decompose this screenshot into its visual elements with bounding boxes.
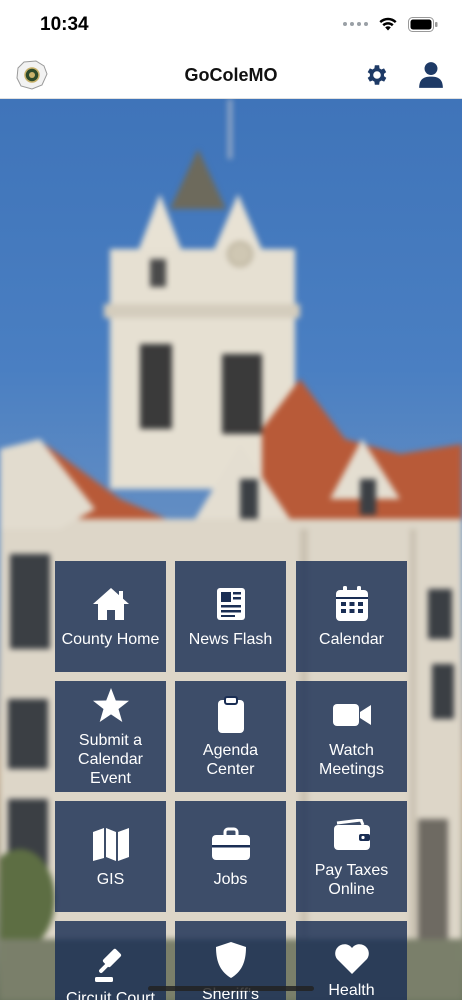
gear-icon[interactable] [364,62,390,88]
cellular-signal-icon [343,22,368,26]
tile-agenda-center[interactable]: Agenda Center [175,681,286,792]
tile-label: Calendar [319,631,384,648]
tile-pay-taxes-online[interactable]: Pay Taxes Online [296,801,407,912]
tile-label: Agenda Center [202,741,259,778]
tile-watch-meetings[interactable]: Watch Meetings [296,681,407,792]
tile-label: County Home [61,631,160,648]
tile-label: News Flash [188,631,273,648]
user-icon[interactable] [418,61,444,89]
tile-news-flash[interactable]: News Flash [175,561,286,672]
battery-icon [408,16,438,32]
tile-label: Jobs [213,871,248,888]
tile-label: Health [328,982,375,999]
status-indicators [343,16,438,32]
clipboard-icon [211,695,251,735]
map-icon [91,824,131,864]
briefcase-icon [211,824,251,864]
tile-jobs[interactable]: Jobs [175,801,286,912]
tile-submit-calendar-event[interactable]: Submit a Calendar Event [55,681,166,792]
star-icon [91,685,131,725]
home-icon [91,584,131,624]
video-camera-icon [332,695,372,735]
tile-label: GIS [96,871,125,888]
heart-icon [332,943,372,975]
tile-calendar[interactable]: Calendar [296,561,407,672]
tile-gis[interactable]: GIS [55,801,166,912]
app-title: GoColeMO [184,65,278,85]
wallet-icon [332,815,372,855]
shield-icon [211,941,251,979]
home-indicator[interactable] [148,986,314,991]
wifi-icon [379,17,397,31]
calendar-icon [332,584,372,624]
newspaper-icon [211,584,251,624]
status-time: 10:34 [40,14,89,35]
tile-label: Circuit Court [66,990,155,1000]
tile-label: Submit a Calendar Event [78,732,143,787]
gavel-icon [91,947,131,983]
tile-county-home[interactable]: County Home [55,561,166,672]
status-bar: 10:34 [0,0,462,52]
tile-label: Watch Meetings [319,741,384,778]
navigation-bar: GoColeMO [0,52,462,99]
tile-label: Pay Taxes Online [314,861,389,898]
